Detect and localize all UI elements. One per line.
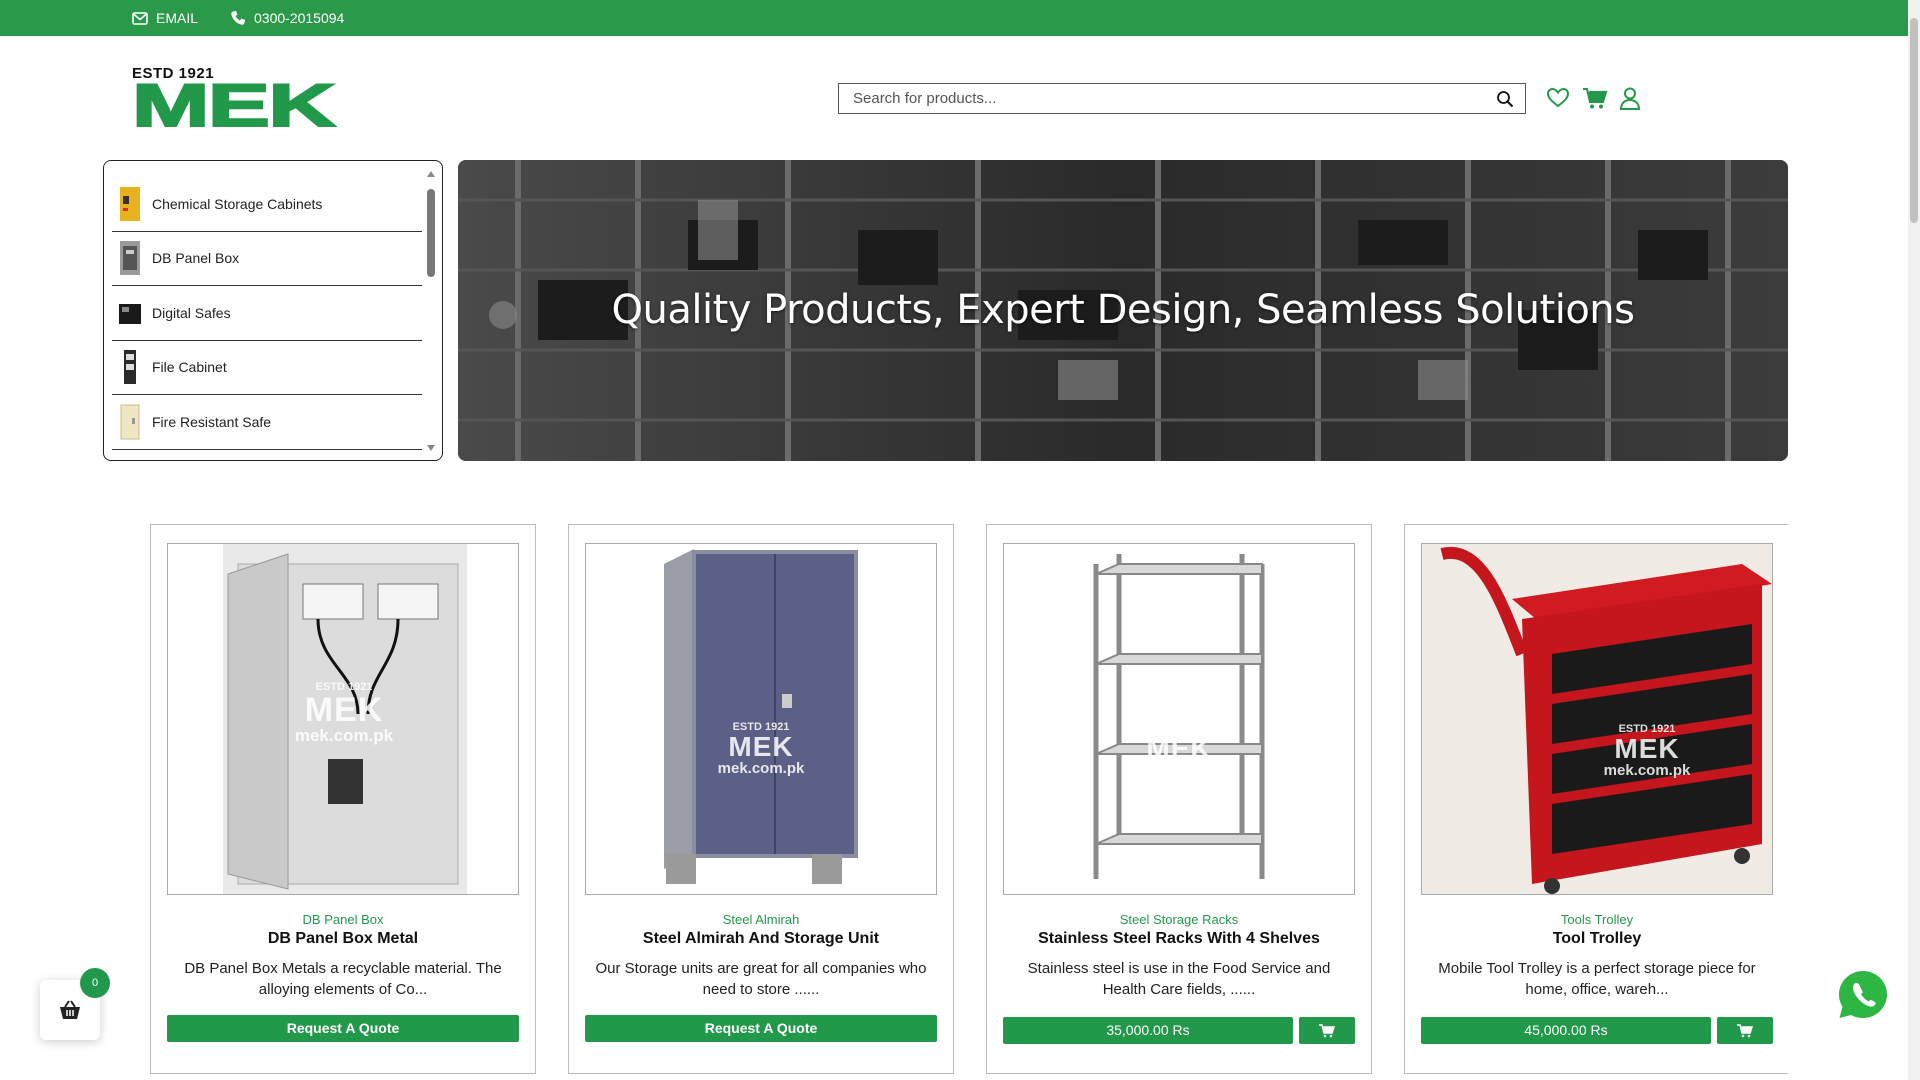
product-card[interactable]: ESTD 1921 MEK mek.com.pk DB Panel Box DB… [150,524,536,1074]
add-to-cart-button[interactable] [1717,1017,1773,1044]
steel-almirah-image [664,549,858,884]
request-quote-button[interactable]: Request A Quote [585,1015,937,1042]
product-card[interactable]: ESTD 1921 MEK mek.com.pk Steel Storage R… [986,524,1372,1074]
product-carousel: ESTD 1921 MEK mek.com.pk DB Panel Box DB… [150,524,1788,1080]
product-category[interactable]: Steel Storage Racks [987,912,1371,927]
product-title[interactable]: DB Panel Box Metal [151,930,535,948]
tool-trolley-image [1422,544,1772,894]
category-label: DB Panel Box [152,250,240,267]
scroll-down-arrow-icon[interactable] [427,445,435,451]
cart-icon[interactable] [1582,86,1608,110]
category-label: Fire Resistant Safe [152,413,272,430]
search-button[interactable] [1485,84,1525,113]
scroll-thumb[interactable] [427,189,435,277]
product-image[interactable]: ESTD 1921 MEK mek.com.pk [1421,543,1773,895]
category-item[interactable]: Chemical Storage Cabinets [112,177,422,232]
category-item[interactable]: File Cabinet [112,341,422,395]
product-card[interactable]: ESTD 1921 MEK mek.com.pk Steel Almirah S… [568,524,954,1074]
envelope-icon [132,11,148,25]
whatsapp-button[interactable] [1836,968,1890,1022]
category-item[interactable]: DB Panel Box [112,232,422,286]
whatsapp-icon [1839,971,1887,1018]
page-scroll-thumb[interactable] [1910,18,1918,223]
product-title[interactable]: Stainless Steel Racks With 4 Shelves [987,930,1371,948]
search-input[interactable] [839,84,1485,113]
category-label: Chemical Storage Cabinets [152,195,323,212]
user-icon[interactable] [1618,86,1642,110]
email-link[interactable]: EMAIL [132,10,198,26]
product-card[interactable]: ESTD 1921 MEK mek.com.pk Tools Trolley T… [1404,524,1788,1074]
product-description: Mobile Tool Trolley is a perfect storage… [1438,960,1756,998]
hero-banner: Quality Products, Expert Design, Seamles… [458,160,1788,461]
category-thumbnail [120,404,140,440]
phone-icon [230,10,246,26]
product-description: Our Storage units are great for all comp… [595,960,927,998]
watermark: ESTD 1921 MEK mek.com.pk [717,721,805,777]
category-thumbnail [124,350,136,385]
category-thumbnail [120,241,140,276]
product-image[interactable]: ESTD 1921 MEK mek.com.pk [585,543,937,895]
category-item[interactable]: Fire Resistant Safe [112,395,422,450]
product-image[interactable]: ESTD 1921 MEK mek.com.pk [167,543,519,895]
product-category[interactable]: Steel Almirah [569,912,953,927]
cart-count-badge: 0 [80,968,110,998]
product-category[interactable]: DB Panel Box [151,912,535,927]
phone-link[interactable]: 0300-2015094 [230,10,344,26]
page-scrollbar[interactable] [1908,0,1920,1080]
watermark: ESTD 1921 MEK mek.com.pk [1135,723,1223,779]
basket-icon [60,1000,80,1019]
watermark: ESTD 1921 MEK mek.com.pk [1603,723,1691,779]
category-label: Digital Safes [152,304,231,321]
product-description: Stainless steel is use in the Food Servi… [1027,960,1331,998]
add-to-cart-button[interactable] [1299,1017,1355,1044]
scroll-up-arrow-icon[interactable] [427,171,435,177]
phone-number: 0300-2015094 [254,10,345,26]
category-label: File Cabinet [152,359,227,376]
cart-icon [1319,1023,1335,1037]
header-icons [1546,86,1642,110]
product-category[interactable]: Tools Trolley [1405,912,1788,927]
category-item[interactable]: Digital Safes [112,286,422,341]
search-icon [1497,90,1514,107]
price-button[interactable]: 45,000.00 Rs [1421,1017,1711,1044]
email-label: EMAIL [156,10,199,26]
floating-cart-button[interactable]: 0 [40,968,110,1040]
category-panel: Chemical Storage Cabinets DB Panel Box D… [103,160,443,461]
search-bar [838,83,1526,114]
request-quote-button[interactable]: Request A Quote [167,1015,519,1042]
watermark: ESTD 1921 MEK mek.com.pk [294,681,394,745]
top-bar: EMAIL 0300-2015094 [0,0,1908,36]
heart-icon[interactable] [1546,86,1570,110]
category-list: Chemical Storage Cabinets DB Panel Box D… [112,177,422,450]
site-logo[interactable]: ESTD 1921 MEK [130,66,337,137]
category-thumbnail [120,186,140,221]
category-scrollbar[interactable] [426,169,436,453]
hero-headline: Quality Products, Expert Design, Seamles… [611,287,1636,333]
product-description: DB Panel Box Metals a recyclable materia… [184,960,502,998]
product-title[interactable]: Steel Almirah And Storage Unit [569,930,953,948]
cart-icon [1737,1023,1753,1037]
product-title[interactable]: Tool Trolley [1405,930,1788,948]
page: EMAIL 0300-2015094 ESTD 1921 MEK Search … [0,0,1920,1080]
price-button[interactable]: 35,000.00 Rs [1003,1017,1293,1044]
steel-racks-image [1093,554,1265,879]
category-thumbnail [119,303,141,324]
logo-brand: MEK [130,72,337,139]
product-image[interactable]: ESTD 1921 MEK mek.com.pk [1003,543,1355,895]
